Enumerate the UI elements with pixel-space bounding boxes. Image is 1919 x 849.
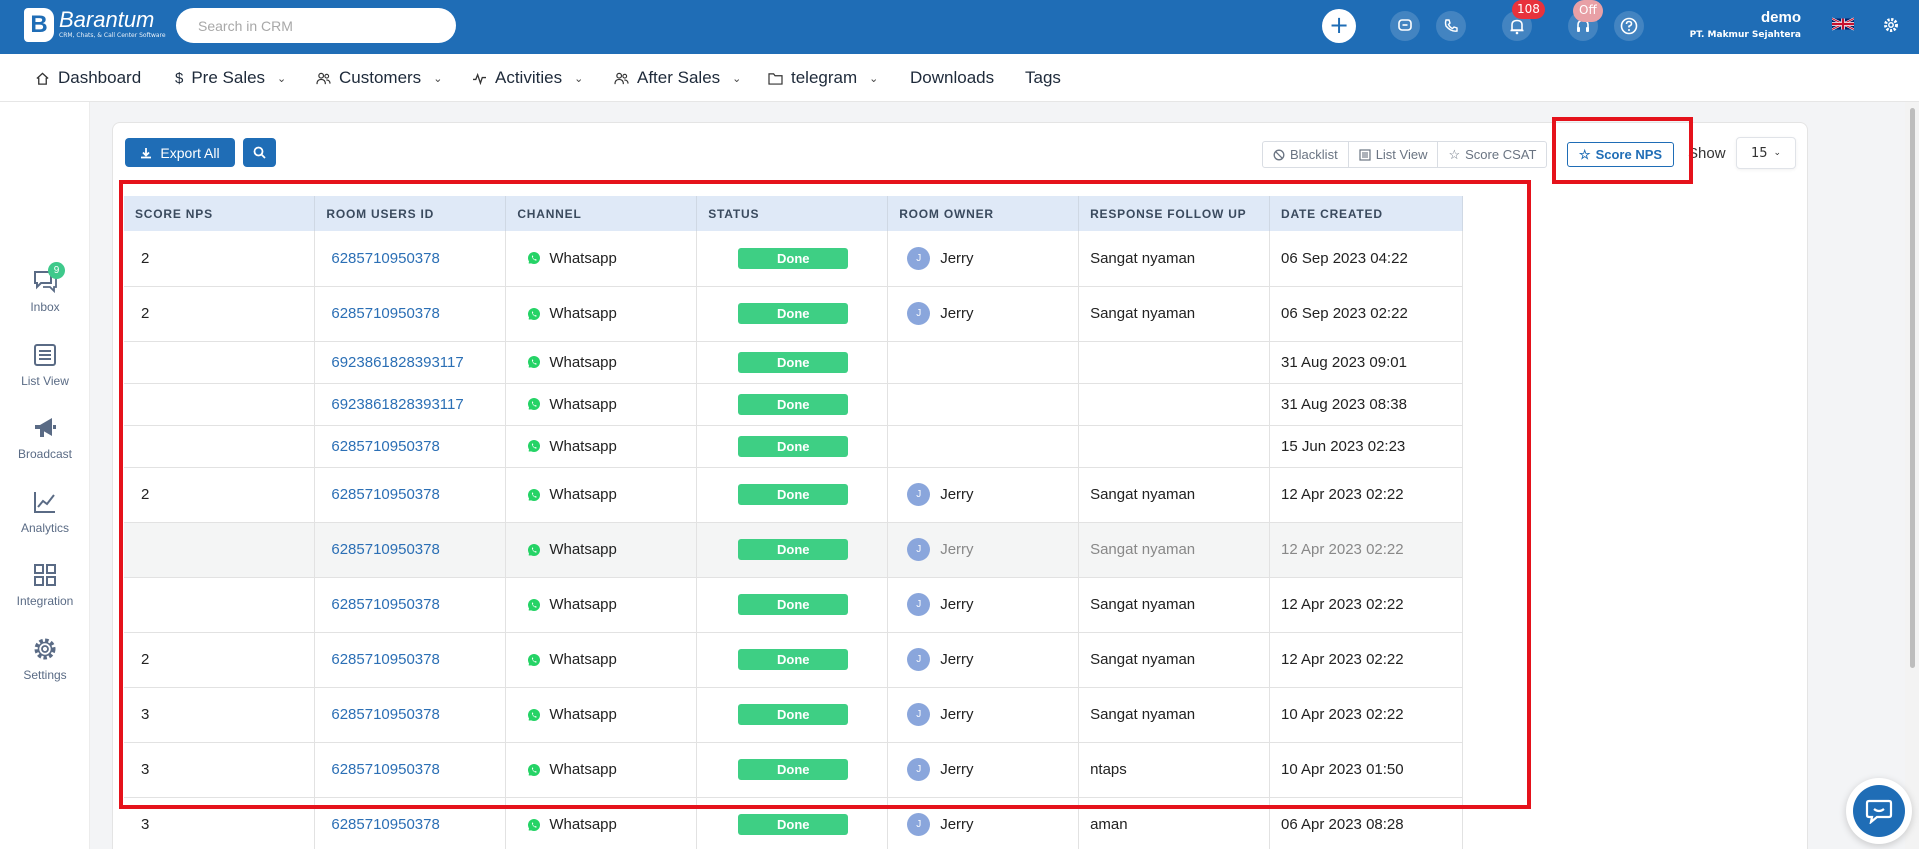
chevron-down-icon: ⌄ xyxy=(277,72,287,85)
main-nav: Dashboard $ Pre Sales ⌄ Customers ⌄ Acti… xyxy=(0,54,1919,102)
sidebar-item-integration[interactable]: Integration xyxy=(0,562,90,608)
nav-tags-label: Tags xyxy=(1025,68,1061,87)
phone-button[interactable] xyxy=(1436,11,1466,41)
activity-icon xyxy=(473,72,486,85)
sidebar-item-settings[interactable]: Settings xyxy=(0,636,90,682)
crm-search-input[interactable] xyxy=(176,8,456,43)
ban-icon xyxy=(1273,149,1285,160)
nav-pre-sales[interactable]: $ Pre Sales ⌄ xyxy=(175,68,286,88)
status-badge: Done xyxy=(738,814,849,835)
search-button[interactable] xyxy=(243,138,276,167)
sidebar-item-label: Analytics xyxy=(20,521,70,535)
chat-bubble-icon xyxy=(1865,799,1893,824)
export-all-label: Export All xyxy=(160,144,220,161)
phone-icon xyxy=(1444,19,1458,32)
blacklist-button[interactable]: Blacklist xyxy=(1263,142,1349,167)
chevron-down-icon: ⌄ xyxy=(1773,148,1782,158)
chat-icon xyxy=(1398,19,1412,31)
sidebar-item-list-view[interactable]: List View xyxy=(0,342,90,388)
nav-customers[interactable]: Customers ⌄ xyxy=(316,68,442,88)
channel-label: Whatsapp xyxy=(549,816,617,833)
chevron-down-icon: ⌄ xyxy=(732,72,742,85)
folder-icon xyxy=(768,72,783,85)
nav-pre-sales-label: Pre Sales xyxy=(191,68,266,87)
search-icon xyxy=(253,146,266,159)
list-view-button[interactable]: List View xyxy=(1349,142,1439,167)
user-company: PT. Makmur Sejahtera xyxy=(1689,30,1801,40)
nav-customers-label: Customers xyxy=(339,68,422,87)
inbox-badge: 9 xyxy=(48,262,65,279)
users-icon xyxy=(316,72,331,84)
list-icon xyxy=(1359,148,1371,161)
nav-downloads[interactable]: Downloads xyxy=(910,68,994,88)
avatar: J xyxy=(907,813,931,836)
nav-after-sales[interactable]: After Sales ⌄ xyxy=(614,68,741,88)
list-view-label: List View xyxy=(1375,147,1428,162)
sidebar-item-broadcast[interactable]: Broadcast xyxy=(0,415,90,461)
users-icon xyxy=(614,72,629,84)
nav-telegram[interactable]: telegram ⌄ xyxy=(768,68,878,88)
sidebar-item-label: List View xyxy=(21,374,69,388)
page-size-value: 15 xyxy=(1750,145,1768,161)
sidebar-item-label: Integration xyxy=(16,594,74,608)
nav-downloads-label: Downloads xyxy=(910,68,995,87)
home-icon xyxy=(36,71,49,85)
bell-icon xyxy=(1510,19,1524,34)
logo-mark: B xyxy=(24,8,54,42)
chat-button[interactable] xyxy=(1390,11,1420,41)
export-all-button[interactable]: Export All xyxy=(125,138,235,167)
megaphone-icon xyxy=(35,418,56,437)
nav-dashboard[interactable]: Dashboard xyxy=(35,68,141,88)
chart-icon xyxy=(34,492,55,513)
gear-icon xyxy=(34,638,56,660)
score-csat-button[interactable]: ☆ Score CSAT xyxy=(1438,142,1546,167)
brand-logo[interactable]: B Barantum CRM, Chats, & Call Center Sof… xyxy=(24,8,166,42)
page-size-select[interactable]: 15 ⌄ xyxy=(1736,137,1796,169)
sidebar-item-analytics[interactable]: Analytics xyxy=(0,489,90,535)
score-csat-label: Score CSAT xyxy=(1465,147,1537,162)
sidebar-item-inbox[interactable]: 9 Inbox xyxy=(0,262,90,314)
dollar-icon: $ xyxy=(175,69,184,87)
brand-name: Barantum xyxy=(59,7,155,32)
help-icon xyxy=(1620,17,1638,35)
chevron-down-icon: ⌄ xyxy=(869,72,879,85)
nav-activities-label: Activities xyxy=(495,68,563,87)
highlight-table-box xyxy=(119,180,1531,809)
nav-dashboard-label: Dashboard xyxy=(58,68,142,87)
show-label: Show xyxy=(1688,145,1726,162)
user-name[interactable]: demo xyxy=(1761,9,1801,26)
highlight-score-nps-box xyxy=(1552,117,1693,184)
add-button[interactable]: + xyxy=(1322,9,1356,43)
nav-tags[interactable]: Tags xyxy=(1025,68,1061,88)
nav-activities[interactable]: Activities ⌄ xyxy=(472,68,583,88)
top-bar: B Barantum CRM, Chats, & Call Center Sof… xyxy=(0,0,1919,54)
help-button[interactable] xyxy=(1614,11,1644,41)
nav-telegram-label: telegram xyxy=(791,68,858,87)
list-icon xyxy=(34,344,56,366)
live-chat-button[interactable] xyxy=(1846,778,1912,844)
sidebar-item-label: Broadcast xyxy=(17,447,73,461)
sidebar-item-label: Inbox xyxy=(30,300,60,314)
chevron-down-icon: ⌄ xyxy=(574,72,584,85)
download-icon xyxy=(141,147,152,158)
grid-icon xyxy=(34,564,56,586)
gear-icon[interactable] xyxy=(1882,16,1900,34)
uk-flag-icon[interactable] xyxy=(1832,17,1854,31)
notification-count-badge: 108 xyxy=(1512,0,1545,19)
scrollbar-thumb[interactable] xyxy=(1910,108,1915,668)
whatsapp-icon xyxy=(528,818,541,831)
sidebar-item-label: Settings xyxy=(23,668,67,682)
agent-status-badge: Off xyxy=(1573,0,1603,22)
view-switcher: Blacklist List View ☆ Score CSAT xyxy=(1262,141,1548,168)
blacklist-label: Blacklist xyxy=(1290,147,1338,162)
owner-name: Jerry xyxy=(940,816,974,833)
plus-icon: + xyxy=(1328,11,1350,39)
chevron-down-icon: ⌄ xyxy=(433,72,443,85)
brand-tagline: CRM, Chats, & Call Center Software xyxy=(59,32,166,39)
sidebar: 9 Inbox List View Broadcast Analytics In… xyxy=(0,102,90,849)
nav-after-sales-label: After Sales xyxy=(637,68,721,87)
star-icon: ☆ xyxy=(1448,147,1461,162)
